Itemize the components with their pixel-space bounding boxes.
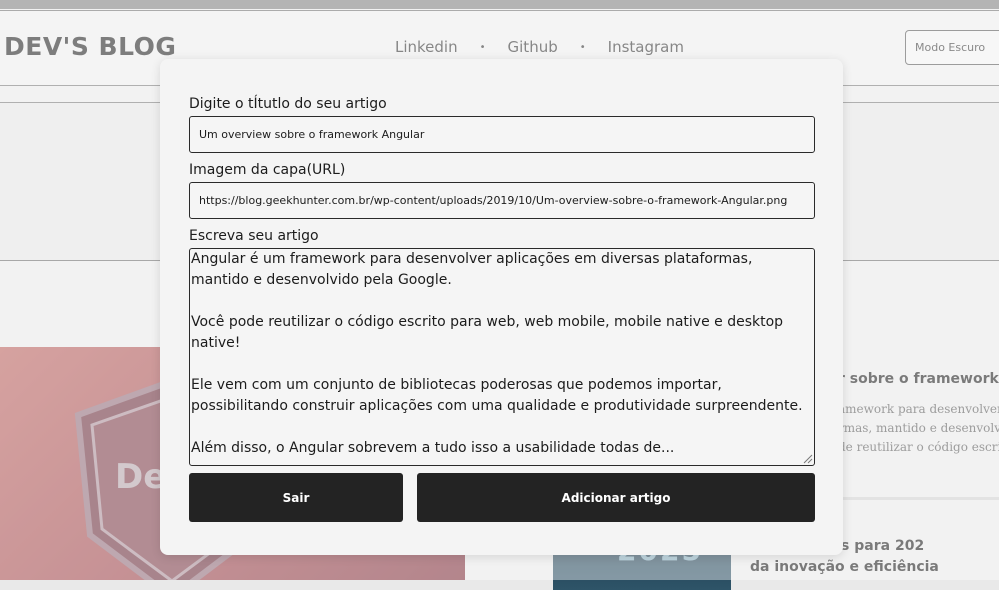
add-article-modal: Digite o tÍtutlo do seu artigo Um overvi…	[160, 59, 843, 555]
cover-url-label: Imagem da capa(URL)	[189, 162, 346, 178]
content-paragraph: Ele vem com um conjunto de bibliotecas p…	[191, 377, 803, 414]
exit-button[interactable]: Sair	[189, 473, 403, 522]
title-input[interactable]: Um overview sobre o framework Angular	[189, 116, 815, 153]
content-paragraph: Angular é um framework para desenvolver …	[191, 251, 753, 288]
content-textarea[interactable]: Angular é um framework para desenvolver …	[189, 248, 815, 466]
content-label: Escreva seu artigo	[189, 228, 319, 244]
title-label: Digite o tÍtutlo do seu artigo	[189, 96, 387, 112]
resize-handle-icon[interactable]	[803, 454, 813, 464]
content-paragraph: Você pode reutilizar o código escrito pa…	[191, 314, 784, 351]
content-paragraph: Além disso, o Angular sobrevem a tudo is…	[191, 440, 675, 456]
cover-url-input[interactable]: https://blog.geekhunter.com.br/wp-conten…	[189, 182, 815, 219]
add-article-button[interactable]: Adicionar artigo	[417, 473, 815, 522]
